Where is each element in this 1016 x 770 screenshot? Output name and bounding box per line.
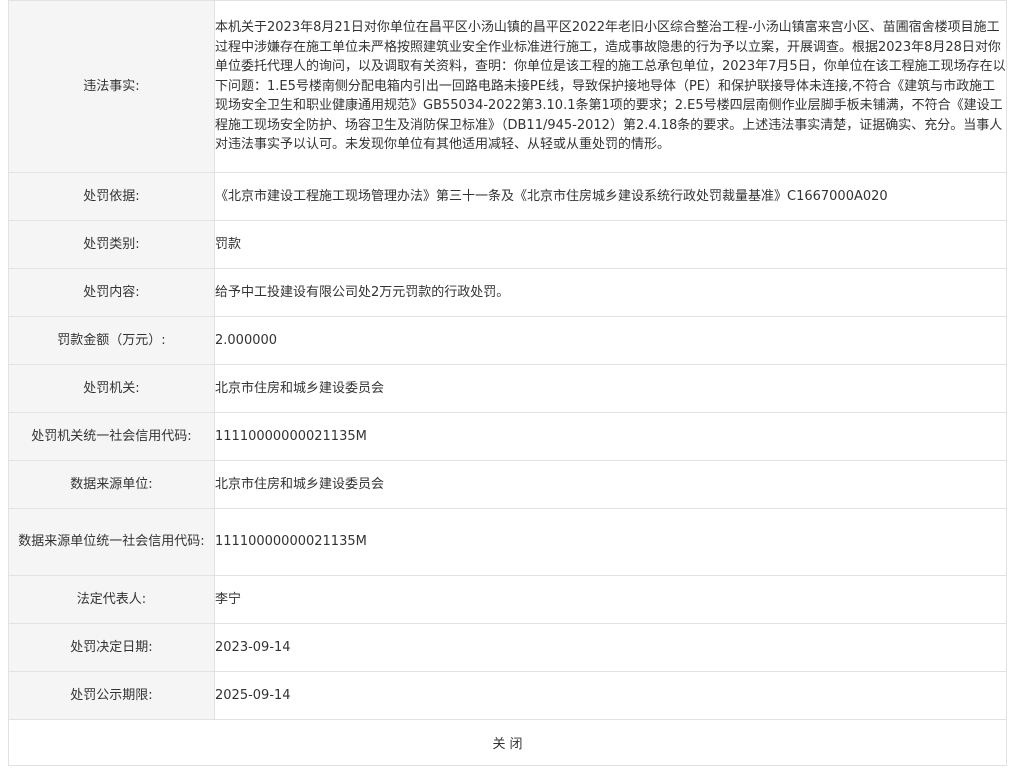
field-label: 数据来源单位统一社会信用代码:: [8, 508, 215, 576]
field-value: 2023-09-14: [214, 623, 1007, 672]
field-value: 李宁: [214, 575, 1007, 624]
field-label: 处罚决定日期:: [8, 623, 215, 672]
field-value: 《北京市建设工程施工现场管理办法》第三十一条及《北京市住房城乡建设系统行政处罚裁…: [214, 172, 1007, 221]
field-value: 11110000000021135M: [214, 412, 1007, 461]
table-row-penalty-content: 处罚内容: 给予中工投建设有限公司处2万元罚款的行政处罚。: [8, 268, 1007, 317]
table-row-publicity-deadline: 处罚公示期限: 2025-09-14: [8, 671, 1007, 720]
field-label: 违法事实:: [8, 0, 215, 173]
table-row-data-source: 数据来源单位: 北京市住房和城乡建设委员会: [8, 460, 1007, 509]
field-label: 处罚依据:: [8, 172, 215, 221]
field-label: 处罚公示期限:: [8, 671, 215, 720]
field-label: 数据来源单位:: [8, 460, 215, 509]
field-label: 处罚机关:: [8, 364, 215, 413]
field-label: 处罚内容:: [8, 268, 215, 317]
table-row-penalty-basis: 处罚依据: 《北京市建设工程施工现场管理办法》第三十一条及《北京市住房城乡建设系…: [8, 172, 1007, 221]
table-row-data-source-credit-code: 数据来源单位统一社会信用代码: 11110000000021135M: [8, 508, 1007, 576]
field-label: 处罚机关统一社会信用代码:: [8, 412, 215, 461]
field-value: 11110000000021135M: [214, 508, 1007, 576]
field-label: 法定代表人:: [8, 575, 215, 624]
field-label: 处罚类别:: [8, 220, 215, 269]
table-row-fine-amount: 罚款金额（万元）: 2.000000: [8, 316, 1007, 365]
table-row-penalty-authority: 处罚机关: 北京市住房和城乡建设委员会: [8, 364, 1007, 413]
field-value: 北京市住房和城乡建设委员会: [214, 460, 1007, 509]
table-row-authority-credit-code: 处罚机关统一社会信用代码: 11110000000021135M: [8, 412, 1007, 461]
table-row-penalty-category: 处罚类别: 罚款: [8, 220, 1007, 269]
field-value: 给予中工投建设有限公司处2万元罚款的行政处罚。: [214, 268, 1007, 317]
dialog-footer: 关闭: [8, 720, 1007, 766]
penalty-detail-table: 违法事实: 本机关于2023年8月21日对你单位在昌平区小汤山镇的昌平区2022…: [8, 0, 1007, 720]
field-value: 北京市住房和城乡建设委员会: [214, 364, 1007, 413]
table-row-legal-representative: 法定代表人: 李宁: [8, 575, 1007, 624]
field-value: 2.000000: [214, 316, 1007, 365]
field-value: 本机关于2023年8月21日对你单位在昌平区小汤山镇的昌平区2022年老旧小区综…: [214, 0, 1007, 173]
penalty-detail-panel: 违法事实: 本机关于2023年8月21日对你单位在昌平区小汤山镇的昌平区2022…: [8, 0, 1007, 766]
field-value: 2025-09-14: [214, 671, 1007, 720]
table-row-decision-date: 处罚决定日期: 2023-09-14: [8, 623, 1007, 672]
table-row-violation-facts: 违法事实: 本机关于2023年8月21日对你单位在昌平区小汤山镇的昌平区2022…: [8, 0, 1007, 173]
field-value: 罚款: [214, 220, 1007, 269]
close-button[interactable]: 关闭: [488, 733, 526, 752]
field-label: 罚款金额（万元）:: [8, 316, 215, 365]
